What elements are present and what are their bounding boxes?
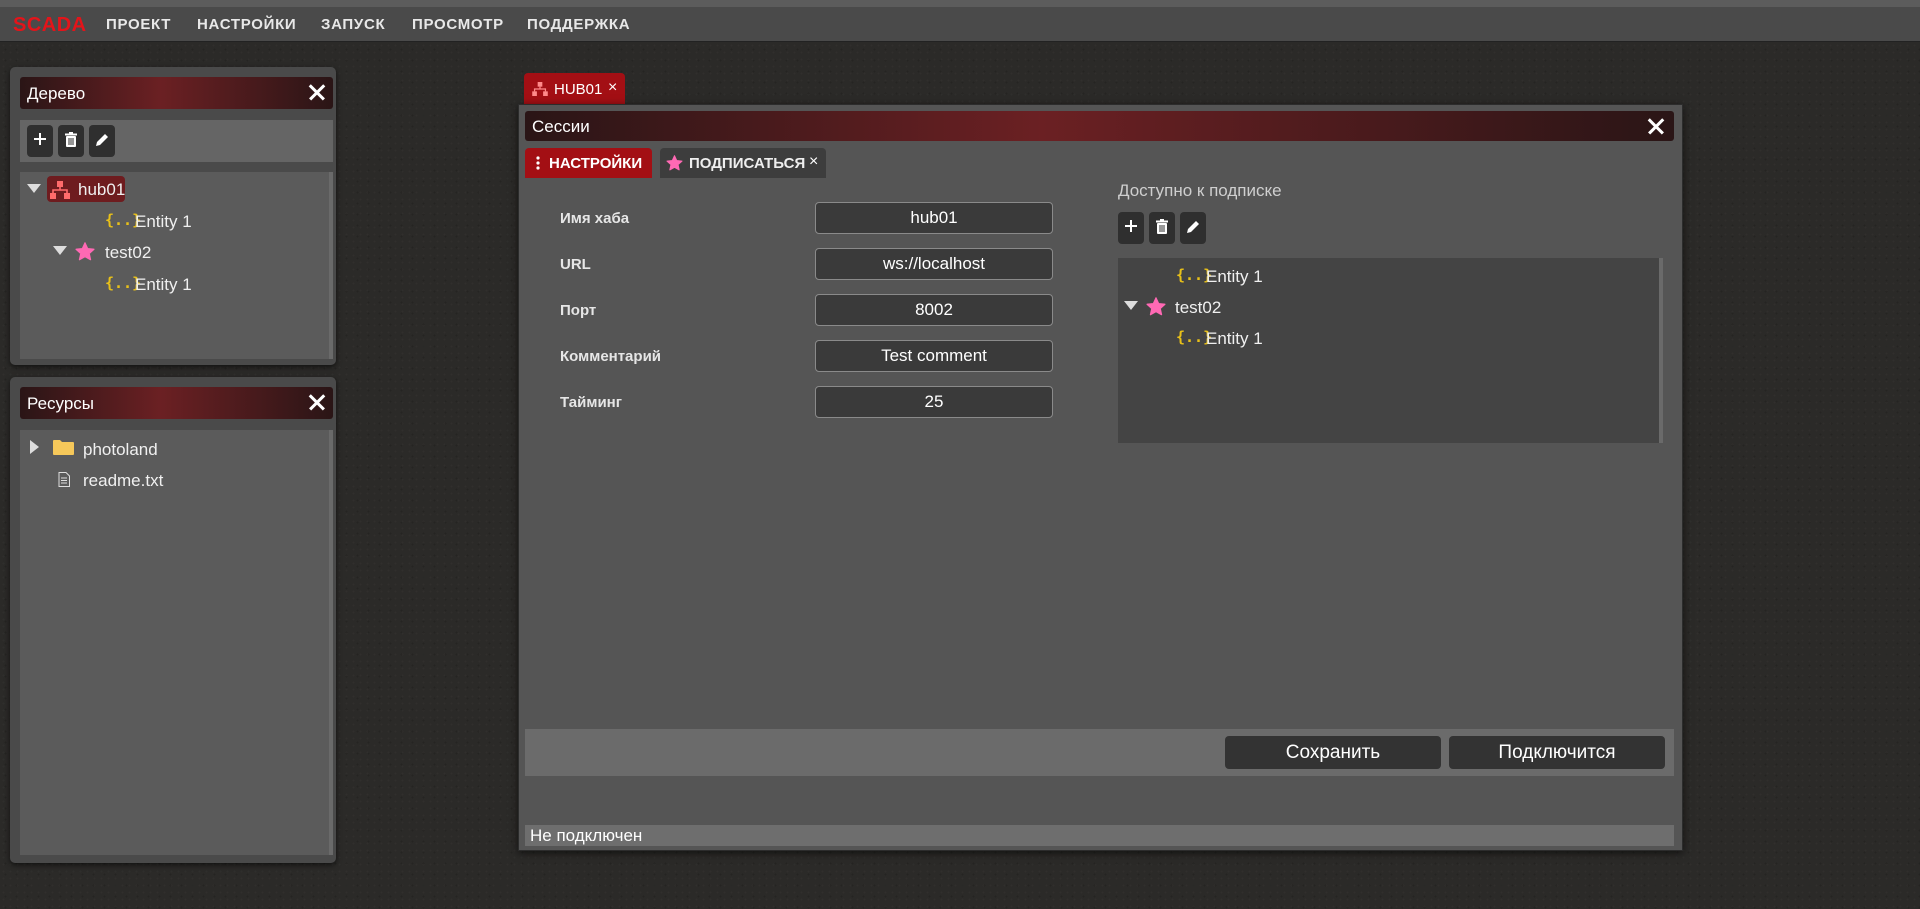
- tree-panel: Дерево hub01 {..} Entity 1 test02 {..} E…: [10, 67, 336, 365]
- port-field[interactable]: 8002: [815, 294, 1053, 326]
- field-label-hub-name: Имя хаба: [560, 210, 630, 227]
- tree-view: hub01 {..} Entity 1 test02 {..} Entity 1: [20, 172, 333, 359]
- edit-button[interactable]: [1180, 212, 1206, 244]
- timing-field[interactable]: 25: [815, 386, 1053, 418]
- save-button[interactable]: Сохранить: [1225, 736, 1441, 769]
- menu-bar: SCADA ПРОЕКТ НАСТРОЙКИ ЗАПУСК ПРОСМОТР П…: [0, 0, 1920, 42]
- add-button[interactable]: [27, 125, 53, 157]
- tree-panel-title: Дерево: [27, 84, 86, 103]
- trash-icon: [65, 132, 77, 147]
- star-icon: [666, 155, 683, 171]
- tree-panel-titlebar: Дерево: [20, 77, 333, 109]
- file-icon: [58, 472, 70, 487]
- url-field[interactable]: ws://localhost: [815, 248, 1053, 280]
- resource-item-readme[interactable]: readme.txt: [83, 471, 163, 491]
- subscribe-tree: {..} Entity 1 test02 {..} Entity 1: [1118, 258, 1663, 443]
- connect-button[interactable]: Подключится: [1449, 736, 1665, 769]
- menu-support[interactable]: ПОДДЕРЖКА: [527, 16, 630, 33]
- tree-toolbar: [20, 120, 333, 162]
- comment-field[interactable]: Test comment: [815, 340, 1053, 372]
- edit-button[interactable]: [89, 125, 115, 157]
- tab-close-icon[interactable]: ×: [809, 153, 818, 171]
- field-label-timing: Тайминг: [560, 394, 622, 411]
- menu-run[interactable]: ЗАПУСК: [321, 16, 385, 33]
- add-button[interactable]: [1118, 212, 1144, 244]
- sessions-title: Сессии: [532, 117, 590, 136]
- menu-project[interactable]: ПРОЕКТ: [106, 16, 171, 33]
- tab-label: HUB01: [554, 81, 603, 98]
- expand-caret-icon[interactable]: [53, 246, 67, 255]
- tab-subscribe-label: ПОДПИСАТЬСЯ: [689, 155, 806, 172]
- field-label-port: Порт: [560, 302, 597, 319]
- expand-caret-icon[interactable]: [27, 184, 41, 193]
- star-icon: [1146, 297, 1166, 316]
- field-label-comment: Комментарий: [560, 348, 662, 365]
- delete-button[interactable]: [58, 125, 84, 157]
- folder-icon: [53, 440, 74, 455]
- delete-button[interactable]: [1149, 212, 1175, 244]
- tab-settings[interactable]: НАСТРОЙКИ: [525, 148, 652, 178]
- subscribe-node-entity[interactable]: Entity 1: [1206, 267, 1263, 287]
- resource-item-photoland[interactable]: photoland: [83, 440, 158, 460]
- expand-caret-icon[interactable]: [1124, 301, 1138, 310]
- sessions-window: Сессии НАСТРОЙКИ ПОДПИСАТЬСЯ × Имя хаба …: [518, 104, 1683, 851]
- tree-node-hub01[interactable]: hub01: [78, 180, 125, 200]
- hub-name-field[interactable]: hub01: [815, 202, 1053, 234]
- field-label-url: URL: [560, 256, 591, 273]
- tab-close-icon[interactable]: ×: [608, 79, 617, 97]
- subscribe-title: Доступно к подписке: [1118, 181, 1282, 200]
- tree-node-entity[interactable]: Entity 1: [135, 275, 192, 295]
- more-vertical-icon: [536, 156, 540, 170]
- hub-icon: [532, 82, 548, 96]
- tab-hub01[interactable]: HUB01 ×: [524, 73, 625, 105]
- menu-view[interactable]: ПРОСМОТР: [412, 16, 504, 33]
- hub-icon: [50, 181, 70, 199]
- resources-panel: Ресурсы photoland readme.txt: [10, 377, 336, 863]
- tree-node-test02[interactable]: test02: [105, 243, 151, 263]
- status-text: Не подключен: [530, 826, 643, 845]
- resources-panel-title: Ресурсы: [27, 394, 95, 413]
- tab-settings-label: НАСТРОЙКИ: [549, 155, 643, 172]
- tree-node-entity[interactable]: Entity 1: [135, 212, 192, 232]
- resources-panel-titlebar: Ресурсы: [20, 387, 333, 419]
- pencil-icon: [96, 134, 108, 146]
- subscribe-node-test02[interactable]: test02: [1175, 298, 1221, 318]
- status-bar: Не подключен: [525, 825, 1674, 846]
- pencil-icon: [1187, 221, 1199, 233]
- close-icon[interactable]: [306, 81, 328, 103]
- plus-icon: [34, 133, 46, 145]
- resources-view: photoland readme.txt: [20, 430, 333, 855]
- expand-caret-icon[interactable]: [30, 440, 39, 454]
- star-icon: [75, 242, 95, 261]
- menu-settings[interactable]: НАСТРОЙКИ: [197, 16, 296, 33]
- trash-icon: [1156, 219, 1168, 234]
- plus-icon: [1125, 220, 1137, 232]
- tab-subscribe[interactable]: ПОДПИСАТЬСЯ ×: [660, 148, 826, 178]
- close-icon[interactable]: [306, 391, 328, 413]
- app-logo: SCADA: [13, 14, 87, 36]
- sessions-titlebar: Сессии: [525, 111, 1674, 141]
- close-icon[interactable]: [1645, 115, 1667, 137]
- subscribe-node-entity[interactable]: Entity 1: [1206, 329, 1263, 349]
